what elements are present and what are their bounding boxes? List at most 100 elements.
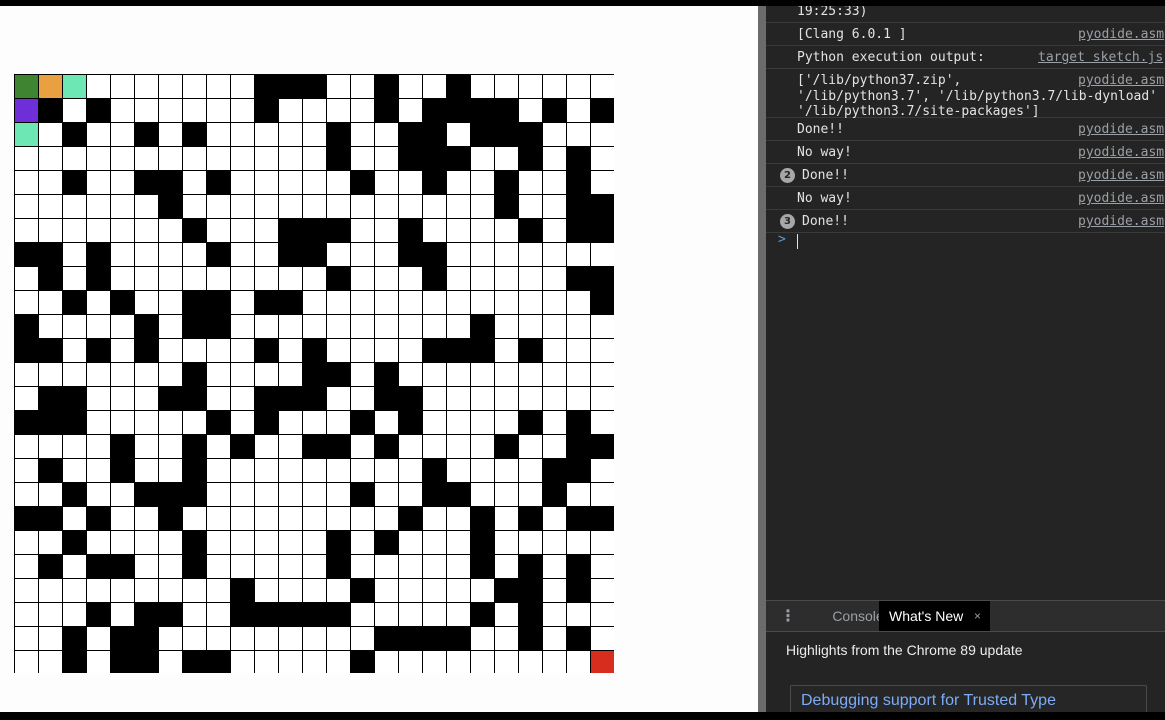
maze-cell-open [110, 218, 135, 243]
maze-cell-open [230, 458, 255, 483]
maze-cell-marked [590, 650, 614, 673]
maze-cell-open [278, 554, 303, 579]
tab-whats-new-label: What's New [889, 608, 964, 624]
maze-cell-wall [326, 266, 351, 291]
maze-cell-wall [494, 434, 519, 459]
console-prompt[interactable]: > [766, 232, 1165, 252]
maze-cell-open [206, 194, 231, 219]
maze-cell-open [86, 482, 111, 507]
maze-cell-open [110, 386, 135, 411]
maze-cell-wall [158, 602, 183, 627]
maze-cell-wall [302, 602, 327, 627]
maze-cell-open [158, 554, 183, 579]
maze-cell-open [422, 506, 447, 531]
maze-cell-open [566, 650, 591, 673]
maze-cell-open [518, 242, 543, 267]
maze-cell-open [14, 458, 39, 483]
maze-cell-open [326, 578, 351, 603]
maze-cell-open [278, 170, 303, 195]
maze-cell-open [254, 530, 279, 555]
maze-cell-wall [398, 410, 423, 435]
maze-cell-wall [86, 98, 111, 123]
close-icon[interactable]: × [974, 601, 981, 631]
maze-cell-open [158, 98, 183, 123]
maze-cell-open [542, 314, 567, 339]
maze-cell-open [302, 314, 327, 339]
maze-cell-open [590, 530, 614, 555]
maze-cell-wall [182, 314, 207, 339]
maze-cell-open [326, 314, 351, 339]
maze-cell-open [422, 218, 447, 243]
maze-cell-open [326, 170, 351, 195]
maze-cell-open [518, 458, 543, 483]
maze-cell-open [374, 338, 399, 363]
maze-cell-open [206, 578, 231, 603]
console-source-link[interactable]: pyodide.asm [1078, 145, 1164, 161]
maze-cell-open [278, 578, 303, 603]
maze-cell-open [326, 290, 351, 315]
maze-cell-open [110, 242, 135, 267]
maze-cell-wall [278, 386, 303, 411]
console-message: [Clang 6.0.1 ] pyodide.asm [766, 23, 1165, 46]
maze-cell-wall [470, 530, 495, 555]
panel-resize-divider[interactable] [758, 6, 766, 712]
console-source-link[interactable]: pyodide.asm [1078, 27, 1164, 43]
console-message-text: No way! [797, 191, 852, 206]
maze-cell-open [86, 458, 111, 483]
maze-cell-open [398, 650, 423, 673]
console-source-link[interactable]: target sketch.js [1038, 50, 1163, 66]
maze-cell-open [518, 266, 543, 291]
maze-cell-wall [182, 482, 207, 507]
maze-cell-open [350, 386, 375, 411]
maze-cell-open [278, 506, 303, 531]
maze-cell-open [302, 122, 327, 147]
tab-whats-new[interactable]: What's New × [879, 601, 990, 631]
kebab-menu-icon[interactable]: ⋮ [780, 606, 796, 625]
maze-cell-open [278, 338, 303, 363]
maze-cell-wall [62, 290, 87, 315]
maze-cell-open [134, 266, 159, 291]
maze-cell-open [278, 314, 303, 339]
maze-cell-wall [38, 410, 63, 435]
maze-cell-open [110, 194, 135, 219]
maze-cell-open [326, 410, 351, 435]
maze-cell-open [62, 98, 87, 123]
maze-cell-open [302, 554, 327, 579]
maze-cell-open [254, 266, 279, 291]
console-source-link[interactable]: pyodide.asm [1078, 73, 1164, 89]
console-source-link[interactable]: pyodide.asm [1078, 122, 1164, 138]
maze-cell-wall [542, 458, 567, 483]
console-source-link[interactable]: pyodide.asm [1078, 168, 1164, 184]
maze-cell-wall [38, 338, 63, 363]
maze-cell-wall [278, 242, 303, 267]
maze-cell-open [398, 554, 423, 579]
maze-cell-open [494, 626, 519, 651]
maze-cell-wall [518, 578, 543, 603]
maze-cell-open [326, 338, 351, 363]
maze-cell-wall [38, 458, 63, 483]
maze-cell-open [374, 266, 399, 291]
console-source-link[interactable]: pyodide.asm [1078, 191, 1164, 207]
maze-cell-open [62, 314, 87, 339]
maze-cell-open [446, 458, 471, 483]
maze-cell-open [254, 242, 279, 267]
maze-cell-open [326, 386, 351, 411]
feature-card-title[interactable]: Debugging support for Trusted Type [801, 692, 1056, 710]
maze-cell-open [350, 458, 375, 483]
maze-cell-wall [62, 650, 87, 673]
maze-cell-wall [14, 506, 39, 531]
maze-cell-open [86, 146, 111, 171]
maze-cell-open [158, 290, 183, 315]
maze-cell-open [374, 122, 399, 147]
feature-card[interactable]: Debugging support for Trusted Type [790, 685, 1147, 712]
maze-cell-open [62, 338, 87, 363]
maze-cell-wall [302, 74, 327, 99]
maze-cell-open [518, 290, 543, 315]
console-message: 2 Done!! pyodide.asm [766, 164, 1165, 187]
maze-cell-wall [326, 122, 351, 147]
maze-cell-open [470, 266, 495, 291]
maze-cell-open [590, 578, 614, 603]
maze-cell-wall [590, 218, 614, 243]
console-source-link[interactable]: pyodide.asm [1078, 214, 1164, 230]
maze-cell-wall [38, 386, 63, 411]
